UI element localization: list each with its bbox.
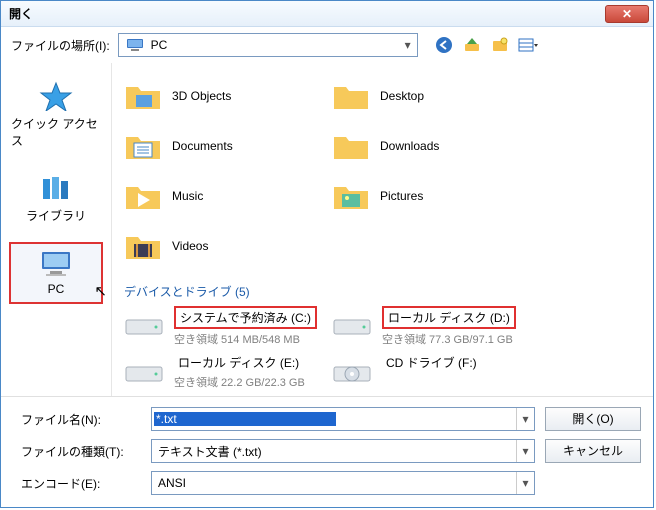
folder-icon [124, 229, 162, 263]
cd-drive-icon [332, 357, 372, 387]
titlebar: 開く ✕ [1, 1, 653, 27]
drive-sub: 空き領域 22.2 GB/22.3 GB [174, 374, 305, 390]
folder-icon [332, 129, 370, 163]
new-folder-icon[interactable] [490, 35, 510, 55]
folder-label: Downloads [380, 139, 439, 153]
pc-icon [125, 38, 145, 52]
drive-icon [124, 357, 164, 387]
folder-item[interactable]: Videos [124, 223, 324, 269]
close-icon: ✕ [622, 7, 632, 21]
location-value: PC [151, 38, 399, 52]
filename-combo[interactable]: *.txt ▾ [151, 407, 535, 431]
drive-sub: 空き領域 514 MB/548 MB [174, 331, 317, 347]
folder-label: Videos [172, 239, 208, 253]
chevron-down-icon: ▾ [516, 472, 534, 494]
sidebar-item-pc[interactable]: PC ↖ [9, 242, 103, 304]
drive-icon [124, 310, 164, 340]
drive-name: システムで予約済み (C:) [174, 306, 317, 329]
sidebar-item-quickaccess[interactable]: クイック アクセス [11, 75, 101, 155]
star-icon [39, 81, 73, 111]
toolbar-icons [434, 35, 538, 55]
drive-name: ローカル ディスク (E:) [174, 353, 303, 372]
filetype-value: テキスト文書 (*.txt) [152, 443, 516, 460]
cursor-icon: ↖ [94, 282, 107, 300]
chevron-down-icon: ▾ [516, 408, 534, 430]
folder-item[interactable]: Pictures [332, 173, 532, 219]
folder-item[interactable]: Music [124, 173, 324, 219]
pc-icon [36, 250, 76, 278]
folder-label: Desktop [380, 89, 424, 103]
folder-label: Pictures [380, 189, 423, 203]
back-icon[interactable] [434, 35, 454, 55]
sidebar-label: PC [48, 282, 65, 296]
cancel-button[interactable]: キャンセル [545, 439, 641, 463]
drive-sub: 空き領域 77.3 GB/97.1 GB [382, 331, 516, 347]
devices-header: デバイスとドライブ (5) [124, 283, 647, 300]
filetype-combo[interactable]: テキスト文書 (*.txt) ▾ [151, 439, 535, 463]
drive-item[interactable]: ローカル ディスク (D:) 空き領域 77.3 GB/97.1 GB [332, 306, 532, 347]
sidebar-label: ライブラリ [26, 207, 86, 224]
open-button[interactable]: 開く(O) [545, 407, 641, 431]
drive-name: ローカル ディスク (D:) [382, 306, 516, 329]
filename-label: ファイル名(N): [21, 411, 141, 428]
dialog-body: クイック アクセス ライブラリ PC ↖ 3D Objects Desk [1, 63, 653, 396]
folder-grid: 3D Objects Desktop Documents Downloads M… [124, 73, 647, 269]
chevron-down-icon: ▾ [399, 38, 417, 52]
folder-item[interactable]: Desktop [332, 73, 532, 119]
drive-item[interactable]: ローカル ディスク (E:) 空き領域 22.2 GB/22.3 GB [124, 353, 324, 390]
view-icon[interactable] [518, 35, 538, 55]
folder-label: 3D Objects [172, 89, 231, 103]
close-button[interactable]: ✕ [605, 5, 649, 23]
folder-icon [124, 79, 162, 113]
folder-label: Documents [172, 139, 233, 153]
folder-item[interactable]: Documents [124, 123, 324, 169]
up-icon[interactable] [462, 35, 482, 55]
folder-label: Music [172, 189, 203, 203]
folder-icon [332, 179, 370, 213]
drive-item[interactable]: CD ドライブ (F:) [332, 353, 532, 390]
chevron-down-icon: ▾ [516, 440, 534, 462]
folder-item[interactable]: Downloads [332, 123, 532, 169]
sidebar-label: クイック アクセス [11, 115, 101, 149]
encoding-label: エンコード(E): [21, 475, 141, 492]
drive-item[interactable]: システムで予約済み (C:) 空き領域 514 MB/548 MB [124, 306, 324, 347]
toolbar: ファイルの場所(I): PC ▾ [1, 27, 653, 63]
drive-icon [332, 310, 372, 340]
encoding-combo[interactable]: ANSI ▾ [151, 471, 535, 495]
folder-icon [332, 79, 370, 113]
drive-name: CD ドライブ (F:) [382, 353, 481, 372]
main-panel: 3D Objects Desktop Documents Downloads M… [111, 63, 653, 396]
location-label: ファイルの場所(I): [11, 37, 110, 54]
drives-grid: システムで予約済み (C:) 空き領域 514 MB/548 MB ローカル デ… [124, 306, 647, 390]
encoding-value: ANSI [152, 476, 516, 490]
location-combo[interactable]: PC ▾ [118, 33, 418, 57]
folder-icon [124, 179, 162, 213]
filename-value: *.txt [154, 412, 336, 426]
open-dialog: 開く ✕ ファイルの場所(I): PC ▾ クイック アクセス [0, 0, 654, 508]
bottom-panel: ファイル名(N): *.txt ▾ 開く(O) ファイルの種類(T): テキスト… [1, 396, 653, 507]
filetype-label: ファイルの種類(T): [21, 443, 141, 460]
sidebar-item-libraries[interactable]: ライブラリ [11, 167, 101, 230]
folder-item[interactable]: 3D Objects [124, 73, 324, 119]
window-title: 開く [5, 5, 605, 22]
libraries-icon [39, 173, 73, 203]
sidebar: クイック アクセス ライブラリ PC ↖ [1, 63, 111, 396]
folder-icon [124, 129, 162, 163]
